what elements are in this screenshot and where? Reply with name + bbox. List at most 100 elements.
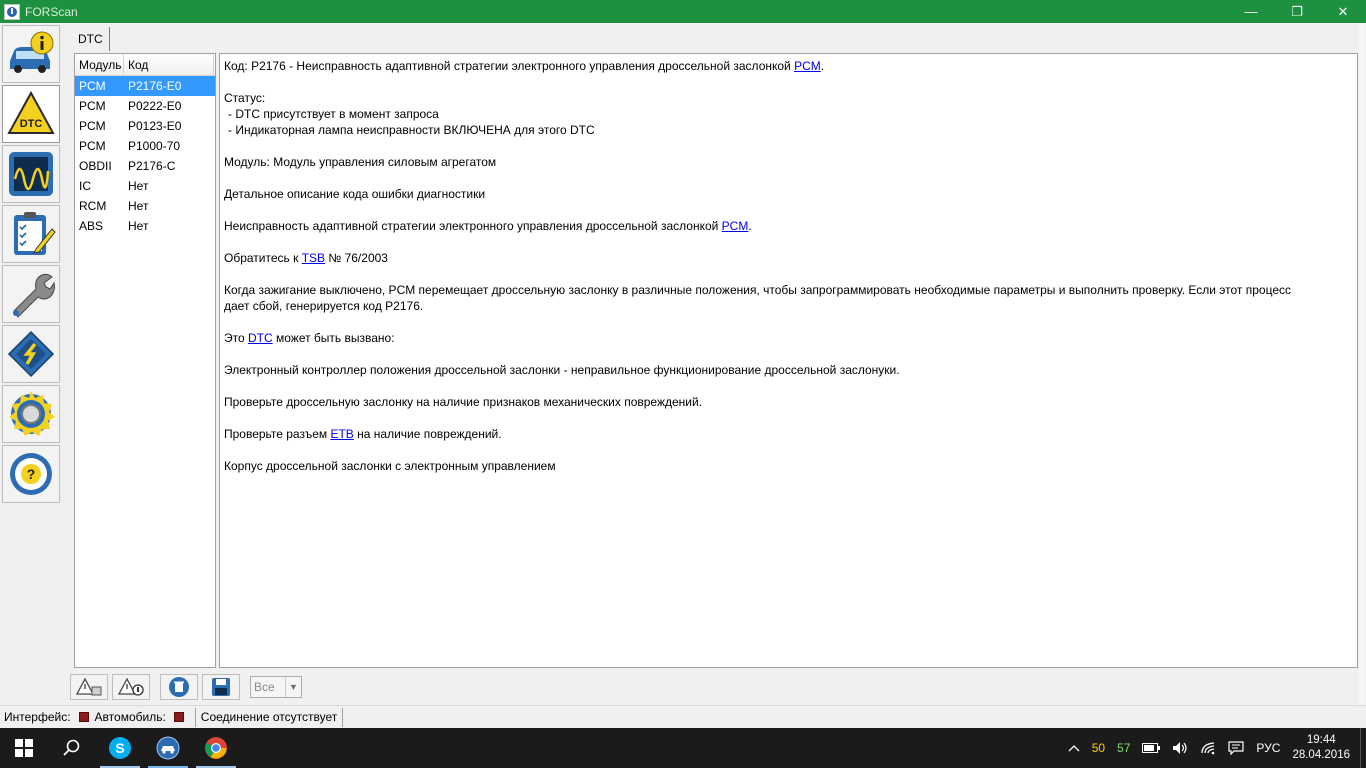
start-button[interactable]	[0, 728, 48, 768]
scrollbar-thumb[interactable]	[1359, 23, 1365, 705]
sidebar-item-oscilloscope[interactable]	[2, 145, 60, 203]
bottom-toolbar: Все ▼	[70, 674, 302, 700]
row-module: RCM	[79, 199, 107, 213]
tab-dtc[interactable]: DTC	[72, 27, 110, 51]
chip-icon	[7, 330, 55, 378]
column-header-code[interactable]: Код	[124, 54, 214, 76]
interface-status: Интерфейс: Автомобиль:	[0, 708, 194, 727]
window-title: FORScan	[25, 4, 78, 19]
svg-text:S: S	[115, 740, 124, 756]
taskbar-forscan[interactable]	[144, 728, 192, 768]
status-label: Статус:	[224, 91, 266, 105]
tray-overflow-chevron-icon[interactable]	[1062, 728, 1086, 768]
row-code: Нет	[128, 179, 149, 193]
fault-suffix: .	[748, 219, 752, 233]
fault-text: Неисправность адаптивной стратегии элект…	[224, 219, 722, 233]
pcm-link[interactable]: PCM	[794, 59, 821, 73]
steering-help-icon: ?	[10, 453, 52, 495]
delete-button[interactable]	[160, 674, 198, 700]
wrench-icon	[13, 273, 55, 318]
detail-heading: Детальное описание кода ошибки диагности…	[224, 187, 486, 201]
cause-item-2: Проверьте дроссельную заслонку на наличи…	[224, 395, 703, 409]
cause-3-suffix: на наличие повреждений.	[353, 427, 502, 441]
dtc-details-pane: Код: P2176 - Неисправность адаптивной ст…	[219, 53, 1358, 668]
sidebar-item-dtc[interactable]: DTC	[2, 85, 60, 143]
row-module: ABS	[79, 219, 104, 233]
tsb-link[interactable]: TSB	[302, 251, 325, 265]
column-header-module[interactable]: Модуль	[75, 54, 124, 76]
tray-gpu-temp[interactable]: 57	[1111, 728, 1136, 768]
clock[interactable]: 19:44 28.04.2016	[1286, 733, 1360, 763]
module-line: Модуль: Модуль управления силовым агрега…	[224, 155, 497, 169]
tray-cpu-temp[interactable]: 50	[1086, 728, 1111, 768]
detail-code-line: Код: P2176 - Неисправность адаптивной ст…	[224, 58, 1353, 74]
dtc-icon-label: DTC	[20, 118, 43, 130]
row-module: IC	[79, 179, 91, 193]
cause-item-3: Проверьте разъем ETB на наличие поврежде…	[224, 426, 1353, 442]
svg-text:?: ?	[27, 466, 36, 482]
clear-dtc-icon	[118, 677, 144, 696]
sidebar-item-vehicle-info[interactable]	[2, 25, 60, 83]
dtc-link[interactable]: DTC	[248, 331, 273, 345]
sidebar-item-service[interactable]	[2, 265, 60, 323]
clock-date: 28.04.2016	[1292, 749, 1350, 761]
save-button[interactable]	[202, 674, 240, 700]
pcm-link-2[interactable]: PCM	[722, 219, 749, 233]
table-row[interactable]: ABS Нет	[75, 216, 215, 236]
code-suffix: .	[820, 59, 825, 73]
filter-select[interactable]: Все ▼	[250, 676, 302, 698]
row-module: OBDII	[79, 159, 112, 173]
show-desktop-button[interactable]	[1360, 728, 1366, 768]
battery-icon[interactable]	[1136, 728, 1166, 768]
row-code: P0222-E0	[128, 99, 182, 113]
taskbar-skype[interactable]: S	[96, 728, 144, 768]
sidebar-item-help[interactable]: ?	[2, 445, 60, 503]
skype-icon: S	[109, 737, 131, 759]
maximize-button[interactable]: ❐	[1274, 0, 1320, 23]
read-dtc-button[interactable]	[70, 674, 108, 700]
status-bar: Интерфейс: Автомобиль: Соединение отсутс…	[0, 705, 1366, 728]
search-button[interactable]	[48, 728, 96, 768]
chrome-icon	[205, 737, 227, 759]
cause-text: Это	[224, 331, 248, 345]
table-row[interactable]: RCM Нет	[75, 196, 215, 216]
sidebar-item-settings[interactable]	[2, 385, 60, 443]
language-indicator[interactable]: РУС	[1250, 728, 1286, 768]
table-row[interactable]: IC Нет	[75, 176, 215, 196]
tsb-number: № 76/2003	[325, 251, 388, 265]
connection-status: Соединение отсутствует	[200, 710, 338, 724]
taskbar-chrome[interactable]	[192, 728, 240, 768]
dtc-list: Модуль Код PCM P2176-E0 PCM P0222-E0 PCM…	[74, 53, 216, 668]
minimize-button[interactable]: —	[1228, 0, 1274, 23]
window-scrollbar[interactable]	[1358, 23, 1366, 705]
action-center-icon[interactable]	[1222, 728, 1250, 768]
car-info-icon	[10, 31, 54, 73]
volume-icon[interactable]	[1166, 728, 1194, 768]
wifi-icon[interactable]	[1194, 728, 1222, 768]
title-bar: FORScan — ❐ ✕	[0, 0, 1366, 23]
sidebar: DTC ?	[0, 23, 62, 705]
sidebar-item-tests[interactable]	[2, 205, 60, 263]
etb-link[interactable]: ETB	[330, 427, 353, 441]
status-line-2: - Индикаторная лампа неисправности ВКЛЮЧ…	[228, 123, 595, 137]
cause-item-4: Корпус дроссельной заслонки с электронны…	[224, 459, 556, 473]
table-row[interactable]: PCM P0222-E0	[75, 96, 215, 116]
taskbar: S 50 57 РУС 19:44 28.04.2016	[0, 728, 1366, 768]
fault-line: Неисправность адаптивной стратегии элект…	[224, 218, 1353, 234]
status-line-1: - DTC присутствует в момент запроса	[228, 107, 439, 121]
cause-3-text: Проверьте разъем	[224, 427, 331, 441]
table-row[interactable]: PCM P1000-70	[75, 136, 215, 156]
windows-logo-icon	[15, 739, 33, 757]
vehicle-label: Автомобиль:	[94, 710, 166, 724]
table-row[interactable]: PCM P2176-E0	[75, 76, 215, 96]
row-module: PCM	[79, 79, 106, 93]
table-row[interactable]: PCM P0123-E0	[75, 116, 215, 136]
clear-dtc-button[interactable]	[112, 674, 150, 700]
table-row[interactable]: OBDII P2176-C	[75, 156, 215, 176]
close-button[interactable]: ✕	[1320, 0, 1366, 23]
row-module: PCM	[79, 99, 106, 113]
chevron-down-icon: ▼	[285, 677, 301, 697]
gear-icon	[9, 391, 55, 436]
sidebar-item-configuration[interactable]	[2, 325, 60, 383]
description-paragraph: Когда зажигание выключено, PCM перемещае…	[224, 283, 1292, 313]
